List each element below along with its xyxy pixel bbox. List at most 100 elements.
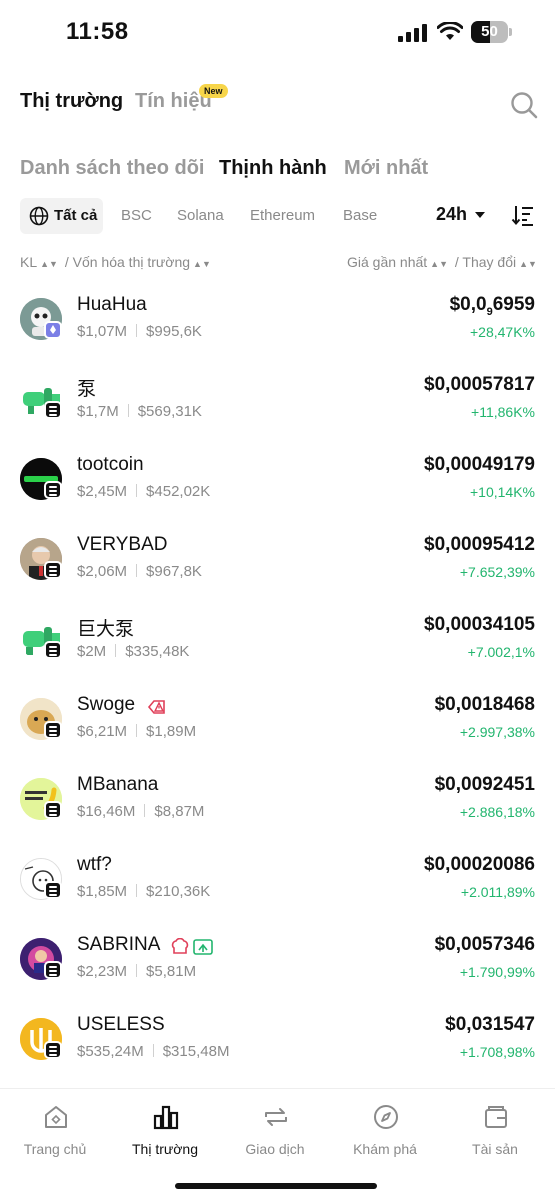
nav-market[interactable]: Thị trường — [110, 1103, 220, 1163]
sort-arrows-icon: ▲▼ — [40, 259, 58, 269]
chain-filter-solana[interactable]: Solana — [177, 207, 224, 224]
token-change: +2.011,89% — [460, 884, 535, 900]
new-badge: New — [199, 84, 228, 98]
token-row[interactable]: Swoge $6,21M $1,89M $0,0018468 +2.997,38% — [0, 694, 555, 778]
token-mcap: $452,02K — [146, 483, 211, 500]
token-price: $0,096959 — [449, 294, 535, 318]
nav-home[interactable]: Trang chủ — [0, 1103, 110, 1163]
tab-trending[interactable]: Thịnh hành — [219, 157, 327, 180]
nav-assets[interactable]: Tài sản — [440, 1103, 550, 1163]
token-mcap: $315,48M — [162, 1043, 230, 1060]
token-volume: $535,24M — [77, 1043, 144, 1060]
chain-filter-ethereum[interactable]: Ethereum — [250, 207, 315, 224]
token-volume: $2,23M — [77, 963, 128, 980]
token-row[interactable]: 巨大泵 $2M $335,48K $0,00034105 +7.002,1% — [0, 614, 555, 698]
token-mcap: $210,36K — [146, 883, 211, 900]
home-icon — [45, 1106, 67, 1128]
token-name: 巨大泵 — [77, 619, 135, 640]
column-price-label: Giá gần nhất — [347, 254, 428, 270]
token-price: $0,00034105 — [424, 614, 535, 635]
token-change: +2.886,18% — [459, 804, 535, 820]
risk-warning-icon — [147, 700, 165, 714]
token-change: +11,86K% — [471, 404, 535, 420]
token-change: +28,47K% — [470, 324, 535, 340]
interval-select[interactable]: 24h — [436, 204, 467, 225]
token-row[interactable]: 泵 $1,7M $569,31K $0,00057817 +11,86K% — [0, 374, 555, 458]
token-mcap: $967,8K — [146, 563, 202, 580]
token-volume: $1,85M — [77, 883, 128, 900]
token-mcap: $8,87M — [154, 803, 205, 820]
signal-icon — [398, 24, 427, 42]
token-row[interactable]: VERYBAD $2,06M $967,8K $0,00095412 +7.652… — [0, 534, 555, 618]
tab-newest[interactable]: Mới nhất — [344, 157, 428, 180]
token-row[interactable]: tootcoin $2,45M $452,02K $0,00049179 +10,… — [0, 454, 555, 538]
chain-filter-base[interactable]: Base — [343, 207, 377, 224]
search-icon[interactable] — [510, 91, 538, 119]
token-row[interactable]: HuaHua $1,07M $995,6K $0,096959 +28,47K% — [0, 294, 555, 378]
token-mcap: $1,89M — [146, 723, 197, 740]
token-change: +1.790,99% — [459, 964, 535, 980]
column-separator: / — [454, 254, 459, 270]
token-volume: $2,45M — [77, 483, 128, 500]
token-row[interactable]: wtf? $1,85M $210,36K $0,00020086 +2.011,8… — [0, 854, 555, 938]
token-row[interactable]: MBanana $16,46M $8,87M $0,0092451 +2.886,… — [0, 774, 555, 858]
chain-filter-all[interactable]: Tất cả — [20, 198, 103, 234]
token-name: SABRINA — [77, 934, 161, 955]
token-volume: $1,7M — [77, 403, 119, 420]
token-name: MBanana — [77, 774, 159, 795]
token-change: +10,14K% — [470, 484, 535, 500]
status-bar: 11:58 50 — [0, 0, 555, 64]
token-name: HuaHua — [77, 294, 147, 315]
token-change: +2.997,38% — [459, 724, 535, 740]
token-mcap: $335,48K — [125, 643, 190, 660]
home-indicator — [175, 1183, 377, 1189]
sort-arrows-icon: ▲▼ — [430, 259, 448, 269]
token-price: $0,00095412 — [424, 534, 535, 555]
sort-arrows-icon: ▲▼ — [193, 259, 211, 269]
token-stats: $535,24M $315,48M — [77, 1043, 229, 1060]
token-price: $0,00057817 — [424, 374, 535, 395]
token-stats: $2,23M $5,81M — [77, 963, 196, 980]
token-name: Swoge — [77, 694, 136, 715]
trade-icon — [265, 1108, 287, 1126]
sort-arrows-icon: ▲▼ — [519, 259, 537, 269]
column-header-price-change[interactable]: Giá gần nhất ▲▼ / Thay đổi ▲▼ — [347, 254, 540, 270]
chain-filter-bsc[interactable]: BSC — [121, 207, 152, 224]
token-row[interactable]: SABRINA $2,23M $5,81M $0,0057346 +1.790,9… — [0, 934, 555, 1018]
token-stats: $2,45M $452,02K — [77, 483, 210, 500]
token-change: +1.708,98% — [459, 1044, 535, 1060]
token-mcap: $5,81M — [146, 963, 197, 980]
tab-market[interactable]: Thị trường — [20, 90, 123, 113]
token-volume: $2M — [77, 643, 107, 660]
sort-icon[interactable] — [511, 203, 535, 227]
solana-icon — [44, 1041, 62, 1059]
nav-market-label: Thị trường — [131, 1141, 198, 1157]
solana-icon — [44, 641, 62, 659]
status-time: 11:58 — [66, 18, 129, 45]
column-header-volume-mcap[interactable]: KL ▲▼ / Vốn hóa thị trường ▲▼ — [20, 254, 214, 270]
solana-icon — [44, 801, 62, 819]
token-volume: $16,46M — [77, 803, 136, 820]
solana-icon — [44, 961, 62, 979]
token-stats: $1,7M $569,31K — [77, 403, 202, 420]
token-price: $0,031547 — [445, 1014, 535, 1035]
token-price: $0,0092451 — [434, 774, 535, 795]
chain-filter-all-label: Tất cả — [54, 207, 98, 224]
nav-assets-label: Tài sản — [472, 1141, 518, 1157]
nav-trade[interactable]: Giao dịch — [220, 1103, 330, 1163]
tab-watchlist[interactable]: Danh sách theo dõi — [20, 157, 204, 180]
solana-icon — [44, 481, 62, 499]
column-volume-label: KL — [20, 254, 38, 270]
token-volume: $1,07M — [77, 323, 128, 340]
wallet-icon — [485, 1106, 507, 1128]
token-stats: $6,21M $1,89M — [77, 723, 196, 740]
token-volume: $2,06M — [77, 563, 128, 580]
token-row[interactable]: USELESS $535,24M $315,48M $0,031547 +1.70… — [0, 1014, 555, 1098]
solana-icon — [44, 721, 62, 739]
nav-discover[interactable]: Khám phá — [330, 1103, 440, 1163]
token-volume: $6,21M — [77, 723, 128, 740]
solana-icon — [44, 881, 62, 899]
solana-icon — [44, 561, 62, 579]
ethereum-icon — [44, 321, 62, 339]
token-price: $0,00049179 — [424, 454, 535, 475]
